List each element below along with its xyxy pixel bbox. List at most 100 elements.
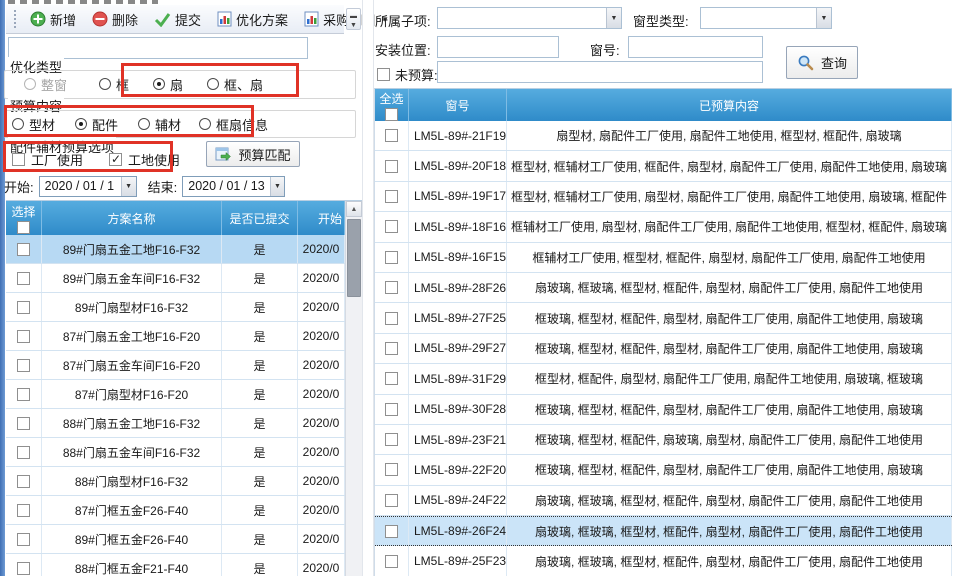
window-row-checkbox-cell [375, 455, 409, 484]
end-date-dropdown-icon[interactable]: ▼ [270, 177, 285, 196]
toolbar-grip[interactable] [14, 10, 16, 28]
window-header-content[interactable]: 已预算内容 [507, 89, 952, 121]
window-table-row[interactable]: LM5L-89#-26F24扇玻璃, 框玻璃, 框型材, 框配件, 扇型材, 扇… [375, 516, 952, 546]
plan-table-row[interactable]: 88#门扇五金车间F16-F32是2020/0 [6, 438, 345, 467]
start-date-picker[interactable]: 2020 / 01 / 1 ▼ [39, 176, 137, 197]
sub-item-combo[interactable]: ▼ [437, 7, 622, 29]
plan-row-checkbox[interactable] [17, 359, 30, 372]
window-row-checkbox[interactable] [385, 342, 398, 355]
plan-row-checkbox[interactable] [17, 446, 30, 459]
plan-table-row[interactable]: 88#门扇型材F16-F32是2020/0 [6, 467, 345, 496]
window-number-cell: LM5L-89#-27F25 [409, 303, 507, 332]
plan-row-checkbox-cell [6, 525, 42, 553]
window-row-checkbox[interactable] [385, 312, 398, 325]
plan-table-row[interactable]: 88#门框五金F21-F40是2020/0 [6, 554, 345, 576]
plan-table-row[interactable]: 88#门扇五金工地F16-F32是2020/0 [6, 409, 345, 438]
window-row-checkbox[interactable] [385, 129, 398, 142]
unbudgeted-checkbox[interactable] [377, 68, 390, 81]
window-table-row[interactable]: LM5L-89#-21F19扇型材, 扇配件工厂使用, 扇配件工地使用, 框型材… [375, 121, 952, 151]
plan-row-checkbox[interactable] [17, 475, 30, 488]
window-row-checkbox[interactable] [385, 463, 398, 476]
panel-splitter[interactable] [362, 0, 374, 576]
radio-whole-window[interactable] [24, 78, 36, 90]
window-row-checkbox[interactable] [385, 251, 398, 264]
plan-header-name[interactable]: 方案名称 [42, 201, 222, 235]
window-table-row[interactable]: LM5L-89#-23F21框玻璃, 框型材, 框配件, 扇玻璃, 扇型材, 扇… [375, 425, 952, 455]
install-pos-input[interactable] [437, 36, 559, 58]
window-row-checkbox[interactable] [385, 494, 398, 507]
end-date-picker[interactable]: 2020 / 01 / 13 ▼ [182, 176, 285, 197]
win-type-dropdown-icon[interactable]: ▼ [816, 8, 831, 28]
plan-header-start[interactable]: 开始 [298, 201, 345, 235]
plan-row-checkbox[interactable] [17, 533, 30, 546]
window-content-cell: 框玻璃, 框型材, 框配件, 扇型材, 扇配件工厂使用, 扇配件工地使用, 扇玻… [507, 455, 952, 484]
window-table-row[interactable]: LM5L-89#-16F15框辅材工厂使用, 框型材, 框配件, 扇型材, 扇配… [375, 243, 952, 273]
unbudgeted-input[interactable] [437, 61, 763, 83]
plan-table-row[interactable]: 89#门扇五金车间F16-F32是2020/0 [6, 264, 345, 293]
window-content-cell: 框玻璃, 框型材, 框配件, 扇型材, 扇配件工厂使用, 扇配件工地使用, 扇玻… [507, 334, 952, 363]
plan-row-checkbox[interactable] [17, 417, 30, 430]
delete-button[interactable]: 删除 [86, 7, 144, 32]
window-header-number[interactable]: 窗号 [409, 89, 507, 121]
plan-row-checkbox[interactable] [17, 272, 30, 285]
window-table-row[interactable]: LM5L-89#-30F28框玻璃, 框型材, 框配件, 扇型材, 扇配件工厂使… [375, 395, 952, 425]
plan-submitted-cell: 是 [222, 293, 298, 321]
window-table-row[interactable]: LM5L-89#-31F29框型材, 框配件, 扇型材, 扇配件工厂使用, 扇配… [375, 364, 952, 394]
window-table-row[interactable]: LM5L-89#-24F22扇玻璃, 框玻璃, 框型材, 框配件, 扇型材, 扇… [375, 486, 952, 516]
window-table-row[interactable]: LM5L-89#-22F20框玻璃, 框型材, 框配件, 扇型材, 扇配件工厂使… [375, 455, 952, 485]
window-table-row[interactable]: LM5L-89#-28F26扇玻璃, 框玻璃, 框型材, 框配件, 扇型材, 扇… [375, 273, 952, 303]
win-no-input[interactable] [628, 36, 763, 58]
plan-table-row[interactable]: 87#门扇五金工地F16-F20是2020/0 [6, 322, 345, 351]
window-table-row[interactable]: LM5L-89#-29F27框玻璃, 框型材, 框配件, 扇型材, 扇配件工厂使… [375, 334, 952, 364]
plan-select-all-checkbox[interactable] [17, 221, 30, 234]
start-date-dropdown-icon[interactable]: ▼ [121, 177, 136, 196]
query-button[interactable]: 查询 [786, 46, 858, 79]
sub-item-dropdown-icon[interactable]: ▼ [606, 8, 621, 28]
plan-row-checkbox[interactable] [17, 301, 30, 314]
plan-table-row[interactable]: 87#门扇五金车间F16-F20是2020/0 [6, 351, 345, 380]
plan-row-checkbox[interactable] [17, 388, 30, 401]
budget-match-button[interactable]: 预算匹配 [206, 141, 300, 167]
scroll-up-icon[interactable]: ▲ [346, 201, 362, 217]
window-table-row[interactable]: LM5L-89#-19F17框型材, 框辅材工厂使用, 扇型材, 扇配件工厂使用… [375, 182, 952, 212]
submit-button[interactable]: 提交 [148, 7, 207, 32]
scrollbar-thumb[interactable] [347, 219, 361, 297]
submit-button-label: 提交 [175, 10, 201, 29]
add-button[interactable]: 新增 [24, 7, 82, 32]
plan-row-checkbox[interactable] [17, 562, 30, 575]
radio-frame[interactable] [99, 78, 111, 90]
window-row-checkbox[interactable] [385, 190, 398, 203]
plan-table-row[interactable]: 89#门框五金F26-F40是2020/0 [6, 525, 345, 554]
toolbar-overflow-button[interactable]: ▬▼ [346, 8, 361, 30]
window-row-checkbox[interactable] [385, 220, 398, 233]
plan-table-scrollbar[interactable]: ▲ [345, 201, 362, 576]
window-row-checkbox[interactable] [385, 372, 398, 385]
window-table-row[interactable]: LM5L-89#-18F16框辅材工厂使用, 扇型材, 扇配件工厂使用, 扇配件… [375, 212, 952, 242]
plan-row-checkbox[interactable] [17, 330, 30, 343]
window-table-row[interactable]: LM5L-89#-27F25框玻璃, 框型材, 框配件, 扇型材, 扇配件工厂使… [375, 303, 952, 333]
window-table-row[interactable]: LM5L-89#-25F23扇玻璃, 框玻璃, 框型材, 框配件, 扇型材, 扇… [375, 546, 952, 576]
plan-row-checkbox[interactable] [17, 243, 30, 256]
window-row-checkbox[interactable] [385, 403, 398, 416]
plan-table-row[interactable]: 87#门扇型材F16-F20是2020/0 [6, 380, 345, 409]
end-date-value: 2020 / 01 / 13 [183, 179, 269, 193]
window-row-checkbox[interactable] [385, 160, 398, 173]
window-table-header: 全选 窗号 已预算内容 [375, 89, 952, 121]
plan-start-cell: 2020/0 [298, 322, 345, 350]
plan-row-checkbox[interactable] [17, 504, 30, 517]
optimize-plan-button[interactable]: 优化方案 [211, 7, 294, 32]
plan-table-row[interactable]: 89#门扇型材F16-F32是2020/0 [6, 293, 345, 322]
plan-header-submitted[interactable]: 是否已提交 [222, 201, 298, 235]
plan-table-row[interactable]: 89#门扇五金工地F16-F32是2020/0 [6, 235, 345, 264]
plan-table-row[interactable]: 87#门框五金F26-F40是2020/0 [6, 496, 345, 525]
optimize-plan-label: 优化方案 [236, 10, 288, 29]
window-select-all-checkbox[interactable] [385, 108, 398, 121]
window-table-row[interactable]: LM5L-89#-20F18框型材, 框辅材工厂使用, 框配件, 扇型材, 扇配… [375, 151, 952, 181]
window-row-checkbox[interactable] [385, 281, 398, 294]
window-row-checkbox[interactable] [385, 525, 398, 538]
window-number-cell: LM5L-89#-31F29 [409, 364, 507, 393]
window-row-checkbox[interactable] [385, 433, 398, 446]
win-type-combo[interactable]: ▼ [700, 7, 832, 29]
window-row-checkbox[interactable] [385, 555, 398, 568]
plan-search-input[interactable] [8, 37, 308, 59]
